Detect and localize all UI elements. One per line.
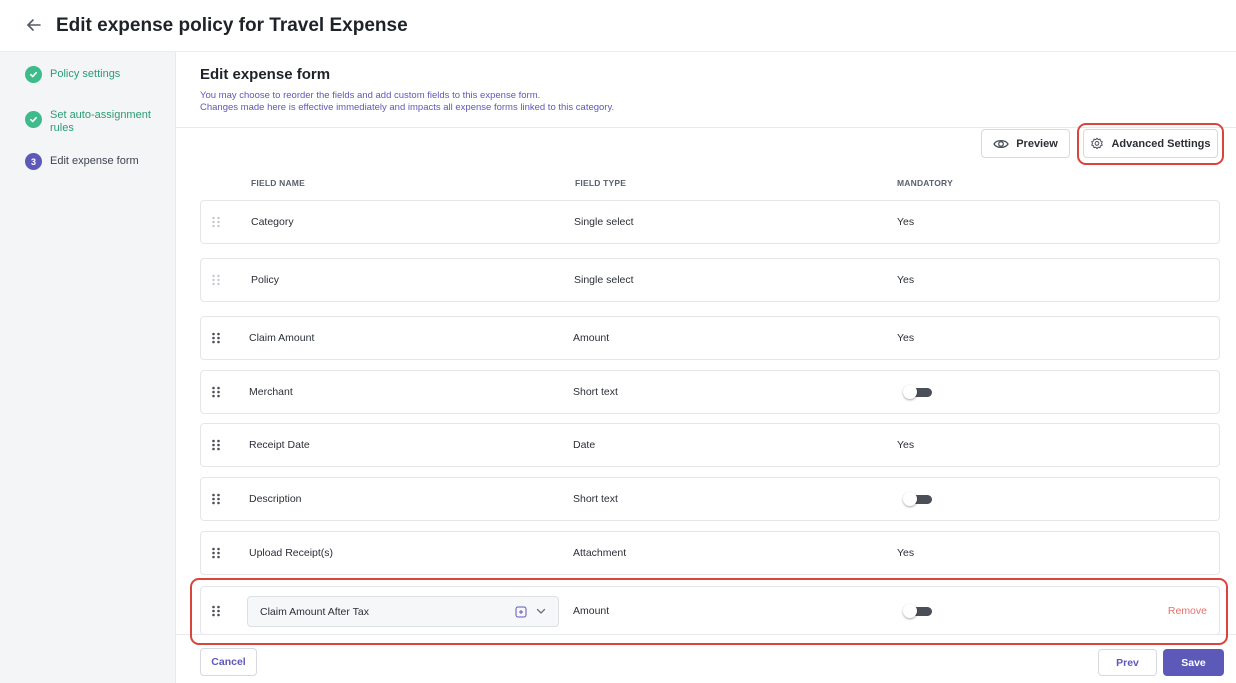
step-label: Policy settings xyxy=(50,68,121,80)
mandatory-value: Yes xyxy=(897,274,915,286)
header-divider xyxy=(176,127,1236,128)
custom-field-name: Claim Amount After Tax xyxy=(260,605,369,618)
description-line: You may choose to reorder the fields and… xyxy=(200,90,541,101)
mandatory-value: Yes xyxy=(897,439,915,451)
eye-icon xyxy=(993,139,1009,148)
prev-button[interactable]: Prev xyxy=(1098,649,1157,676)
steps-sidebar: Policy settings Set auto-assignment rule… xyxy=(0,52,176,683)
cancel-button[interactable]: Cancel xyxy=(200,648,257,676)
field-name: Upload Receipt(s) xyxy=(249,547,334,559)
step-edit-expense-form[interactable]: 3 Edit expense form xyxy=(25,153,139,170)
drag-handle-icon xyxy=(212,216,220,228)
mandatory-value: Yes xyxy=(897,547,915,559)
drag-handle-icon[interactable] xyxy=(211,386,221,398)
advanced-settings-button[interactable]: Advanced Settings xyxy=(1083,129,1218,158)
gear-icon xyxy=(1091,137,1104,149)
table-row: Merchant Short text xyxy=(200,370,1220,414)
field-type: Single select xyxy=(574,216,634,228)
field-name: Receipt Date xyxy=(249,439,310,451)
step-policy-settings[interactable]: Policy settings xyxy=(25,66,120,83)
form-title: Edit expense form xyxy=(200,66,331,83)
arrow-left-icon[interactable] xyxy=(24,15,44,35)
remove-link[interactable]: Remove xyxy=(1168,605,1207,617)
field-type: Amount xyxy=(573,332,610,344)
column-header-mandatory: MANDATORY xyxy=(897,178,953,188)
form-description: You may choose to reorder the fields and… xyxy=(200,90,614,114)
custom-field-select[interactable]: Claim Amount After Tax xyxy=(247,596,559,627)
mandatory-toggle[interactable] xyxy=(903,603,932,618)
check-circle-icon xyxy=(25,111,42,128)
field-name: Category xyxy=(251,216,294,228)
field-type: Single select xyxy=(574,274,634,286)
drag-handle-icon[interactable] xyxy=(211,332,221,344)
field-name: Policy xyxy=(251,274,280,286)
mandatory-value: Yes xyxy=(897,216,915,228)
table-row: Category Single select Yes xyxy=(200,200,1220,244)
mandatory-toggle[interactable] xyxy=(903,492,932,506)
field-type: Attachment xyxy=(573,547,627,559)
step-number: 3 xyxy=(25,153,42,170)
advanced-settings-label: Advanced Settings xyxy=(1111,137,1211,150)
column-header-field-type: FIELD TYPE xyxy=(575,178,627,188)
custom-field-icon xyxy=(515,606,527,618)
table-row: Description Short text xyxy=(200,477,1220,521)
step-label: Set auto-assignment rules xyxy=(50,109,151,134)
table-row: Upload Receipt(s) Attachment Yes xyxy=(200,531,1220,575)
field-name: Description xyxy=(249,493,302,505)
drag-handle-icon[interactable] xyxy=(211,493,221,505)
drag-handle-icon[interactable] xyxy=(211,605,221,617)
table-row: Policy Single select Yes xyxy=(200,258,1220,302)
check-circle-icon xyxy=(25,66,42,83)
drag-handle-icon xyxy=(212,274,220,286)
field-type: Date xyxy=(573,439,596,451)
drag-handle-icon[interactable] xyxy=(211,439,221,451)
field-type: Amount xyxy=(573,604,610,617)
table-row: Claim Amount Amount Yes xyxy=(200,316,1220,360)
main-content: Edit expense form You may choose to reor… xyxy=(176,52,1236,683)
description-line: Changes made here is effective immediate… xyxy=(200,102,615,113)
top-bar: Edit expense policy for Travel Expense xyxy=(0,0,1236,52)
preview-button[interactable]: Preview xyxy=(981,129,1070,158)
step-label: Edit expense form xyxy=(50,155,139,167)
field-name: Merchant xyxy=(249,386,293,398)
step-auto-assignment[interactable]: Set auto-assignment rules xyxy=(25,109,160,135)
page-title: Edit expense policy for Travel Expense xyxy=(56,15,408,36)
field-type: Short text xyxy=(573,493,618,505)
custom-field-row: Claim Amount After Tax Amount Remove xyxy=(200,586,1220,635)
chevron-down-icon xyxy=(536,608,546,614)
table-row: Receipt Date Date Yes xyxy=(200,423,1220,467)
column-header-field-name: FIELD NAME xyxy=(251,178,305,188)
drag-handle-icon[interactable] xyxy=(211,547,221,559)
footer-divider xyxy=(176,634,1236,635)
mandatory-value: Yes xyxy=(897,332,915,344)
field-name: Claim Amount xyxy=(249,332,315,344)
mandatory-toggle[interactable] xyxy=(903,385,932,399)
preview-label: Preview xyxy=(1016,137,1058,150)
field-type: Short text xyxy=(573,386,618,398)
save-button[interactable]: Save xyxy=(1163,649,1224,676)
